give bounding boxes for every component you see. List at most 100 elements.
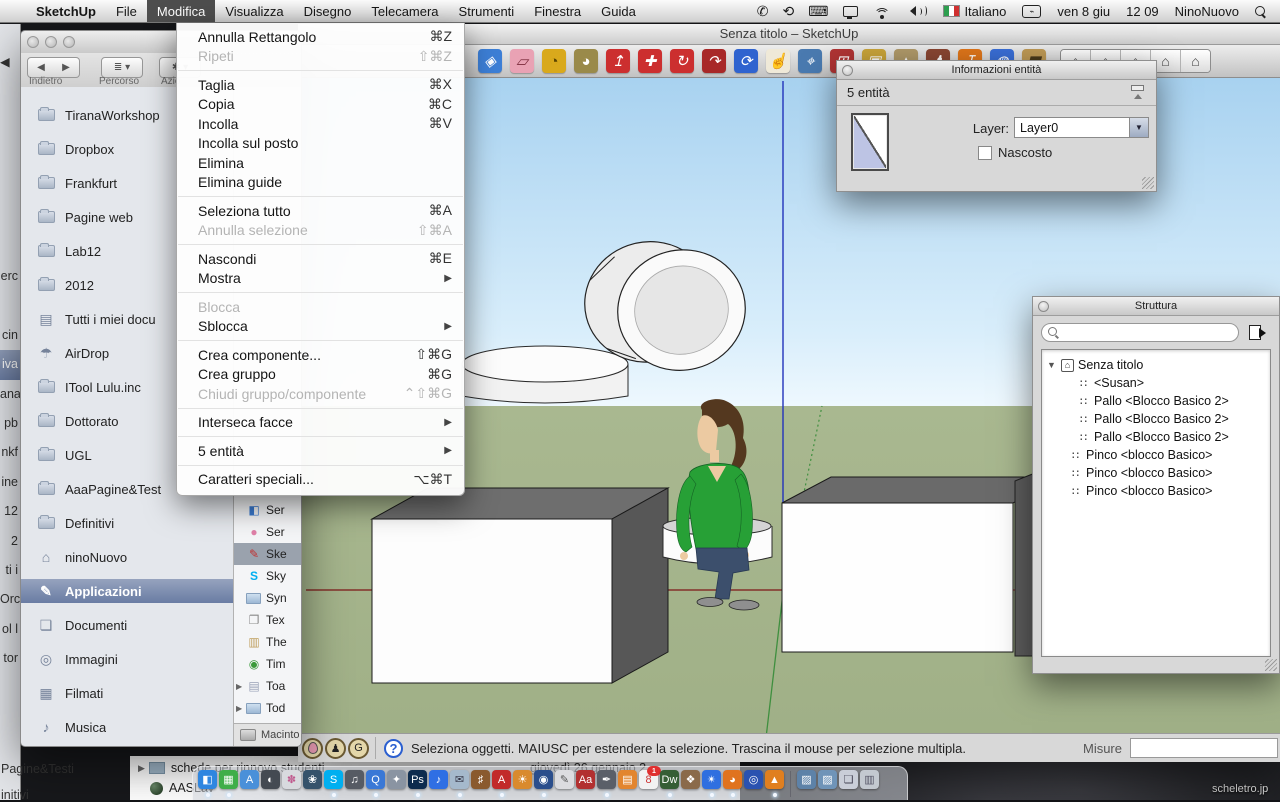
status-geo-icon[interactable]: G (348, 738, 369, 759)
disclosure-triangle-icon[interactable]: ▶ (138, 763, 145, 774)
sidebar-item-ninonuovo[interactable]: ⌂ninoNuovo (21, 545, 233, 569)
tree-item-pinco-2[interactable]: ∷Pinco <blocco Basico> (1042, 464, 1270, 482)
menu-item-crea-componente[interactable]: Crea componente...⇧⌘G (177, 345, 464, 365)
display-icon[interactable] (835, 0, 866, 22)
volume-icon[interactable] (897, 0, 935, 22)
list-item[interactable]: ●Ser (234, 521, 301, 543)
list-item[interactable]: ▥The (234, 631, 301, 653)
dock-acrobat-icon[interactable]: A (492, 770, 511, 798)
dock-textedit-icon[interactable]: ✎ (555, 770, 574, 798)
dock-iphoto-icon[interactable]: ❀ (303, 770, 322, 798)
dock-safari-icon[interactable]: ✴ (702, 770, 721, 798)
list-item[interactable]: ▶▤Toa (234, 675, 301, 697)
ground-cylinder[interactable] (462, 346, 628, 403)
menubar-item-guida[interactable]: Guida (591, 0, 646, 22)
tree-item-susan[interactable]: ∷<Susan> (1042, 374, 1270, 392)
desktop-file-scheletro[interactable]: scheletro.jp (1212, 783, 1268, 795)
input-menu-icon[interactable]: ⌨ (801, 3, 835, 20)
dock-apps-folder-icon[interactable]: ▨ (797, 770, 816, 798)
back-button[interactable]: ◀ (27, 57, 55, 78)
menubar-item-telecamera[interactable]: Telecamera (361, 0, 448, 22)
menubar-item-disegno[interactable]: Disegno (294, 0, 362, 22)
measure-input[interactable] (1130, 738, 1278, 758)
sidebar-item-immagini[interactable]: ◎Immagini (21, 647, 233, 671)
dock-stack-icon[interactable]: ❏ (839, 770, 858, 798)
dock-vlc-icon[interactable]: ▲ (765, 770, 784, 798)
paint-bucket-icon[interactable]: ◕ (574, 49, 598, 73)
left-box[interactable] (372, 488, 668, 683)
dock-contacts-icon[interactable]: ❖ (681, 770, 700, 798)
hidden-checkbox[interactable]: Nascosto (978, 145, 1052, 160)
tree-item-pallo-3[interactable]: ∷Pallo <Blocco Basico 2> (1042, 428, 1270, 446)
apple-menu[interactable] (0, 0, 26, 22)
menu-item-nascondi[interactable]: Nascondi⌘E (177, 249, 464, 269)
list-item[interactable]: ◧Ser (234, 499, 301, 521)
dock-itunes-icon[interactable]: ♪ (429, 770, 448, 798)
menu-item-annulla-rettangolo[interactable]: Annulla Rettangolo⌘Z (177, 27, 464, 47)
dock-notebook-icon[interactable]: ▤ (618, 770, 637, 798)
dock-firefox-icon[interactable]: ◕ (723, 770, 742, 798)
view-left-button[interactable]: ⌂ (1181, 50, 1210, 72)
layer-dropdown[interactable]: Layer0 ▼ (1014, 117, 1149, 138)
help-icon[interactable]: ? (384, 739, 403, 758)
menu-item-crea-gruppo[interactable]: Crea gruppo⌘G (177, 365, 464, 385)
dock-bluespin-icon[interactable]: ◎ (744, 770, 763, 798)
menubar-item-file[interactable]: File (106, 0, 147, 22)
dock-dashboard-icon[interactable]: ◐ (261, 770, 280, 798)
search-input[interactable] (1062, 324, 1238, 341)
menu-item-interseca-facce[interactable]: Interseca facce▶ (177, 413, 464, 433)
dock-trash-icon[interactable]: ▥ (860, 770, 879, 798)
shortcuts-icon[interactable]: ⌁ (1014, 0, 1049, 22)
dock-mail-icon[interactable]: ✉ (450, 770, 469, 798)
move-icon[interactable]: ✚ (638, 49, 662, 73)
menubar-item-modifica[interactable]: Modifica (147, 0, 215, 22)
close-button[interactable] (27, 36, 39, 48)
menubar-clock[interactable]: 12 09 (1118, 0, 1167, 22)
outliner-search-field[interactable] (1041, 323, 1239, 342)
resize-grip[interactable] (1265, 659, 1277, 671)
zoom-icon[interactable]: ⌖ (798, 49, 822, 73)
menu-item-5-entita[interactable]: 5 entità▶ (177, 441, 464, 461)
pan-icon[interactable]: ☝ (766, 49, 790, 73)
susan-figure[interactable] (677, 399, 759, 610)
eraser-icon[interactable]: ▱ (510, 49, 534, 73)
dock-itunes-gray-icon[interactable]: ♫ (345, 770, 364, 798)
menubar-item-sketchup[interactable]: SketchUp (26, 0, 106, 22)
orbit-icon[interactable]: ⟳ (734, 49, 758, 73)
checkbox-icon[interactable] (978, 146, 992, 160)
dock-pen-icon[interactable]: ✒ (597, 770, 616, 798)
dock-quicktime-icon[interactable]: Q (366, 770, 385, 798)
dock-appstore-icon[interactable]: A (240, 770, 259, 798)
zoom-button[interactable] (63, 36, 75, 48)
menu-item-elimina-guide[interactable]: Elimina guide (177, 173, 464, 193)
menu-item-elimina[interactable]: Elimina (177, 153, 464, 173)
minimize-button[interactable] (45, 36, 57, 48)
status-figure-icon[interactable]: ♟ (325, 738, 346, 759)
follow-me-icon[interactable]: ↷ (702, 49, 726, 73)
time-machine-icon[interactable]: ⟲ (775, 3, 801, 20)
menu-item-incolla[interactable]: Incolla⌘V (177, 114, 464, 134)
spotlight-icon[interactable] (1247, 0, 1274, 22)
close-icon[interactable] (842, 65, 853, 76)
tree-item-pinco-1[interactable]: ∷Pinco <blocco Basico> (1042, 446, 1270, 464)
dock-skype-icon[interactable]: S (324, 770, 343, 798)
sidebar-item-musica[interactable]: ♪Musica (21, 715, 233, 739)
list-item[interactable]: ▶Tod (234, 697, 301, 719)
list-item-skype[interactable]: SSky (234, 565, 301, 587)
menu-item-incolla-sul-posto[interactable]: Incolla sul posto (177, 134, 464, 154)
menu-item-copia[interactable]: Copia⌘C (177, 95, 464, 115)
close-icon[interactable] (1038, 301, 1049, 312)
arrange-button[interactable]: ≣ ▾ (101, 57, 143, 78)
menubar-user[interactable]: NinoNuovo (1167, 0, 1247, 22)
menu-item-seleziona-tutto[interactable]: Seleziona tutto⌘A (177, 201, 464, 221)
dock-finder-icon[interactable]: ◧ (198, 770, 217, 798)
status-orbit-icon[interactable] (302, 738, 323, 759)
menu-item-mostra[interactable]: Mostra▶ (177, 269, 464, 289)
tree-item-pallo-2[interactable]: ∷Pallo <Blocco Basico 2> (1042, 410, 1270, 428)
dock-dictionary-icon[interactable]: Aa (576, 770, 595, 798)
disclosure-triangle-icon[interactable]: ▼ (1042, 360, 1061, 370)
sidebar-item-definitivi[interactable]: Definitivi (21, 511, 233, 535)
chevron-down-icon[interactable]: ▼ (1129, 118, 1148, 137)
language-menu[interactable]: Italiano (935, 0, 1014, 22)
list-item[interactable]: Syn (234, 587, 301, 609)
